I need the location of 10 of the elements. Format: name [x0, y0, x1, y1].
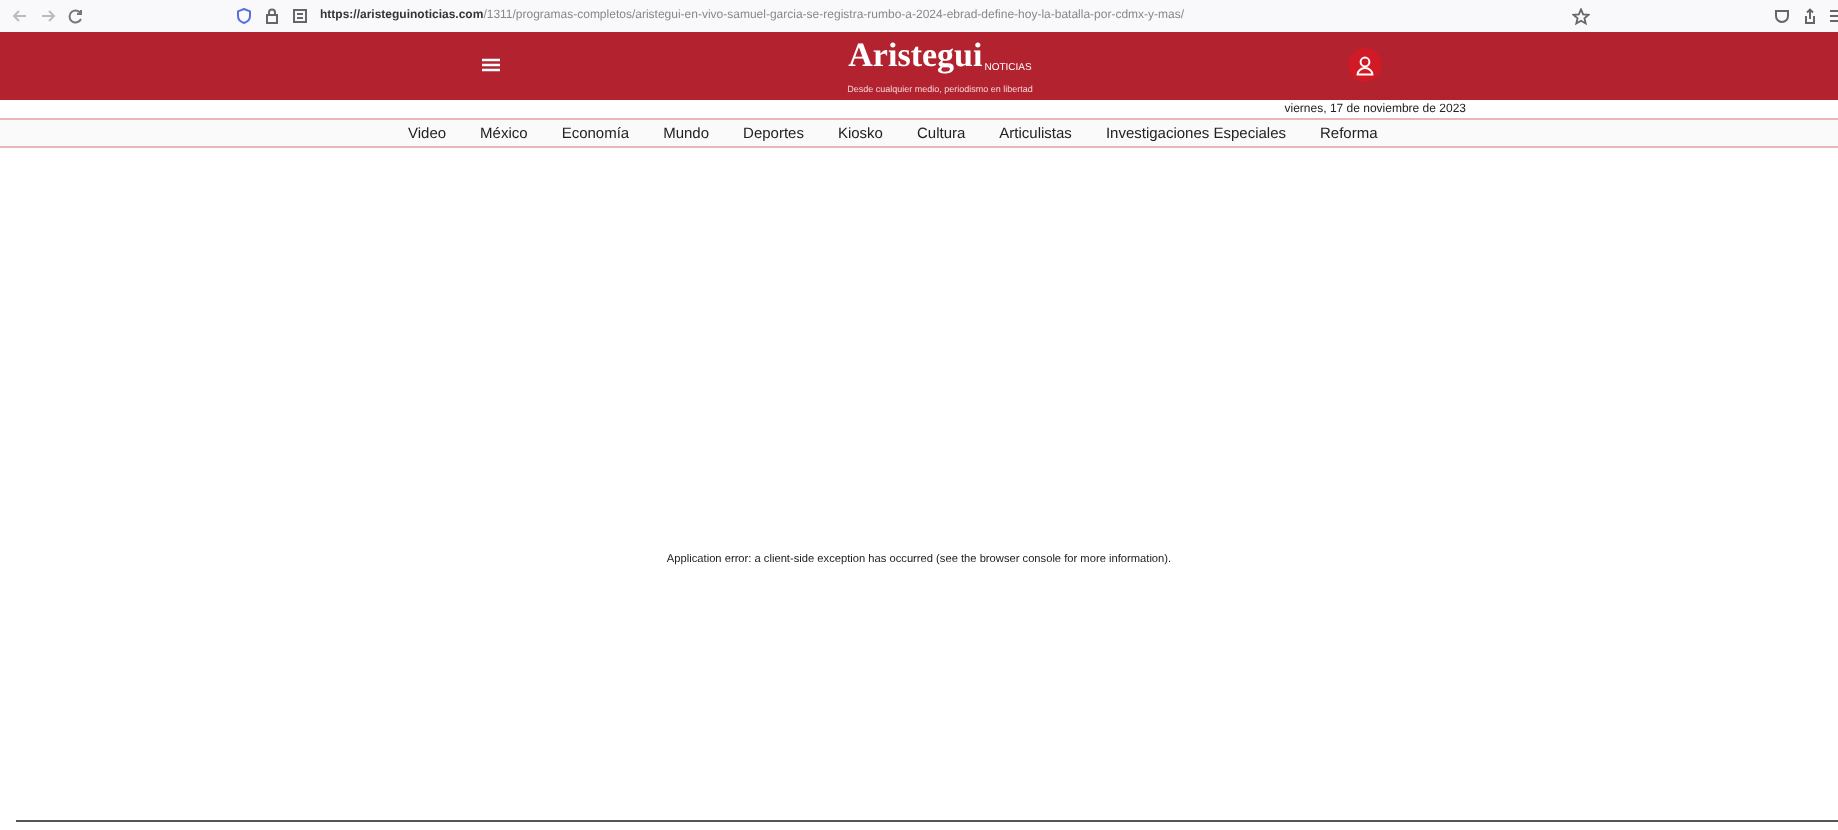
menu-icon[interactable] [1830, 8, 1838, 24]
user-button[interactable] [1348, 48, 1382, 82]
user-icon [1356, 55, 1374, 75]
pocket-icon[interactable] [1774, 8, 1790, 24]
page-icon[interactable] [292, 8, 308, 24]
lock-icon[interactable] [264, 8, 280, 24]
reload-icon[interactable] [68, 8, 84, 24]
shield-icon[interactable] [236, 8, 252, 24]
star-icon[interactable] [1572, 7, 1590, 25]
share-icon[interactable] [1802, 8, 1818, 24]
